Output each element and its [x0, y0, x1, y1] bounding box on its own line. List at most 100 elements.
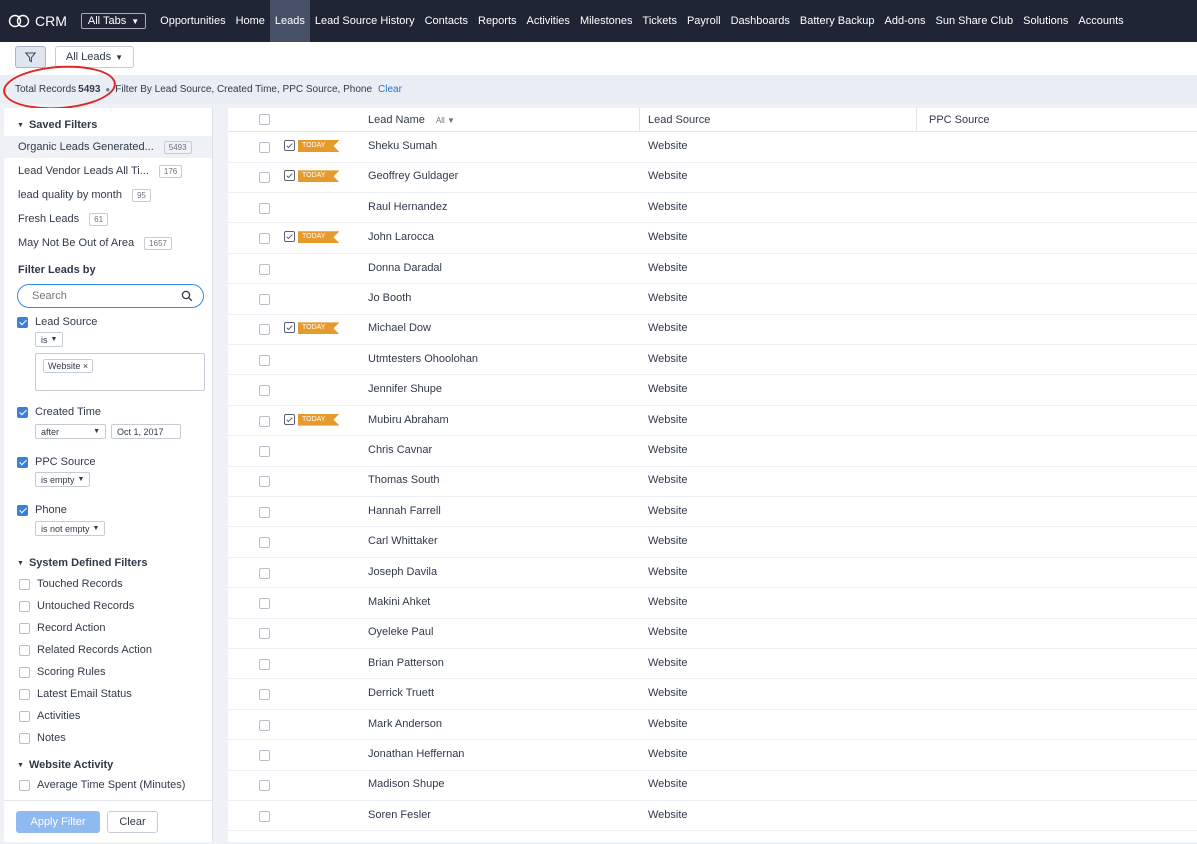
- nav-tab-solutions[interactable]: Solutions: [1018, 0, 1073, 42]
- system-filter-checkbox[interactable]: [19, 710, 30, 722]
- system-filter-item[interactable]: Touched Records: [19, 578, 123, 590]
- website-activity-header[interactable]: ▼ Website Activity: [17, 759, 113, 771]
- row-checkbox[interactable]: [259, 385, 270, 397]
- table-row[interactable]: TODAY Sheku Sumah Website: [228, 132, 1197, 163]
- nav-tab-reports[interactable]: Reports: [473, 0, 522, 42]
- row-checkbox[interactable]: [259, 537, 270, 549]
- row-checkbox[interactable]: [259, 689, 270, 701]
- criterion-ppc-source[interactable]: PPC Source: [17, 456, 96, 468]
- nav-tab-sun-share-club[interactable]: Sun Share Club: [930, 0, 1018, 42]
- filter-search-input-wrap[interactable]: [17, 284, 204, 308]
- ppc-source-header[interactable]: PPC Source: [929, 114, 990, 126]
- table-row[interactable]: Oyeleke Paul Website: [228, 618, 1197, 649]
- task-check-icon[interactable]: [284, 413, 295, 425]
- lead-source-value-box[interactable]: Website ×: [35, 353, 205, 391]
- row-checkbox[interactable]: [259, 506, 270, 518]
- table-row[interactable]: Carl Whittaker Website: [228, 527, 1197, 558]
- system-filter-checkbox[interactable]: [19, 600, 30, 612]
- nav-tab-activities[interactable]: Activities: [522, 0, 575, 42]
- lead-name-cell[interactable]: Jonathan Heffernan: [368, 748, 464, 760]
- row-checkbox[interactable]: [259, 324, 270, 336]
- table-row[interactable]: Utmtesters Ohoolohan Website: [228, 345, 1197, 376]
- row-checkbox[interactable]: [259, 658, 270, 670]
- lead-name-cell[interactable]: Joseph Davila: [368, 566, 437, 578]
- clear-filter-button[interactable]: Clear: [107, 811, 158, 833]
- lead-name-cell[interactable]: Soren Fesler: [368, 809, 431, 821]
- lead-name-cell[interactable]: Utmtesters Ohoolohan: [368, 353, 478, 365]
- table-row[interactable]: TODAY Michael Dow Website: [228, 314, 1197, 345]
- saved-filter-item[interactable]: lead quality by month 95: [4, 184, 212, 206]
- nav-tab-payroll[interactable]: Payroll: [682, 0, 726, 42]
- system-filter-checkbox[interactable]: [19, 732, 30, 744]
- table-row[interactable]: TODAY John Larocca Website: [228, 223, 1197, 254]
- table-row[interactable]: TODAY Mubiru Abraham Website: [228, 406, 1197, 437]
- criterion-lead-source[interactable]: Lead Source: [17, 316, 97, 328]
- filter-search-input[interactable]: [32, 290, 172, 302]
- lead-name-cell[interactable]: Makini Ahket: [368, 596, 430, 608]
- task-check-icon[interactable]: [284, 170, 295, 182]
- table-row[interactable]: Chris Cavnar Website: [228, 436, 1197, 467]
- nav-tab-dashboards[interactable]: Dashboards: [726, 0, 795, 42]
- task-check-icon[interactable]: [284, 322, 295, 334]
- table-row[interactable]: Hannah Farrell Website: [228, 497, 1197, 528]
- lead-name-cell[interactable]: Derrick Truett: [368, 687, 434, 699]
- lead-name-header[interactable]: Lead Name All ▼: [368, 114, 455, 126]
- criterion-phone[interactable]: Phone: [17, 504, 67, 516]
- table-row[interactable]: Jo Booth Website: [228, 284, 1197, 315]
- filter-toggle-button[interactable]: [15, 46, 46, 68]
- lead-name-cell[interactable]: Chris Cavnar: [368, 444, 432, 456]
- row-checkbox[interactable]: [259, 567, 270, 579]
- system-filter-checkbox[interactable]: [19, 666, 30, 678]
- table-row[interactable]: TODAY Geoffrey Guldager Website: [228, 162, 1197, 193]
- lead-name-cell[interactable]: Jo Booth: [368, 292, 411, 304]
- system-filters-header[interactable]: ▼ System Defined Filters: [17, 557, 148, 569]
- system-filter-checkbox[interactable]: [19, 578, 30, 590]
- nav-tab-tickets[interactable]: Tickets: [638, 0, 682, 42]
- row-checkbox[interactable]: [259, 719, 270, 731]
- lead-source-header[interactable]: Lead Source: [648, 114, 710, 126]
- lead-name-cell[interactable]: Carl Whittaker: [368, 535, 438, 547]
- nav-tab-contacts[interactable]: Contacts: [420, 0, 473, 42]
- clear-filter-link[interactable]: Clear: [378, 84, 402, 95]
- apply-filter-button[interactable]: Apply Filter: [16, 811, 100, 833]
- row-checkbox[interactable]: [259, 172, 270, 184]
- saved-filters-header[interactable]: ▼ Saved Filters: [17, 119, 97, 131]
- table-row[interactable]: Thomas South Website: [228, 466, 1197, 497]
- lead-source-checkbox[interactable]: [17, 316, 28, 328]
- nav-tab-accounts[interactable]: Accounts: [1073, 0, 1128, 42]
- nav-tab-opportunities[interactable]: Opportunities: [155, 0, 230, 42]
- column-divider[interactable]: [639, 108, 640, 132]
- row-checkbox[interactable]: [259, 750, 270, 761]
- row-checkbox[interactable]: [259, 142, 270, 153]
- website-activity-item[interactable]: Average Time Spent (Minutes): [19, 779, 185, 791]
- phone-operator[interactable]: is not empty ▼: [35, 521, 106, 536]
- table-row[interactable]: Mark Anderson Website: [228, 710, 1197, 741]
- system-filter-checkbox[interactable]: [19, 644, 30, 656]
- row-checkbox[interactable]: [259, 598, 270, 609]
- lead-name-cell[interactable]: Mubiru Abraham: [368, 414, 449, 426]
- ppc-source-operator[interactable]: is empty ▼: [35, 472, 91, 487]
- all-tabs-dropdown[interactable]: All Tabs ▼: [80, 13, 147, 29]
- lead-name-cell[interactable]: Hannah Farrell: [368, 505, 441, 517]
- nav-tab-home[interactable]: Home: [231, 0, 270, 42]
- table-row[interactable]: Soren Fesler Website: [228, 801, 1197, 832]
- nav-tab-add-ons[interactable]: Add-ons: [880, 0, 931, 42]
- table-row[interactable]: Makini Ahket Website: [228, 588, 1197, 619]
- remove-tag-icon[interactable]: ×: [83, 361, 88, 371]
- nav-tab-milestones[interactable]: Milestones: [575, 0, 638, 42]
- system-filter-item[interactable]: Untouched Records: [19, 600, 134, 612]
- lead-name-cell[interactable]: Jennifer Shupe: [368, 383, 442, 395]
- saved-filter-item[interactable]: May Not Be Out of Area 1657: [4, 232, 212, 254]
- created-time-checkbox[interactable]: [17, 406, 28, 418]
- saved-filter-item[interactable]: Lead Vendor Leads All Ti... 176: [4, 160, 212, 182]
- ppc-source-checkbox[interactable]: [17, 456, 28, 468]
- lead-name-cell[interactable]: Michael Dow: [368, 322, 431, 334]
- lead-name-cell[interactable]: Donna Daradal: [368, 262, 442, 274]
- criterion-created-time[interactable]: Created Time: [17, 406, 101, 418]
- website-activity-checkbox[interactable]: [19, 779, 30, 791]
- table-row[interactable]: Jennifer Shupe Website: [228, 375, 1197, 406]
- system-filter-item[interactable]: Latest Email Status: [19, 688, 132, 700]
- system-filter-checkbox[interactable]: [19, 688, 30, 700]
- nav-tab-leads[interactable]: Leads: [269, 0, 310, 42]
- table-row[interactable]: Donna Daradal Website: [228, 254, 1197, 285]
